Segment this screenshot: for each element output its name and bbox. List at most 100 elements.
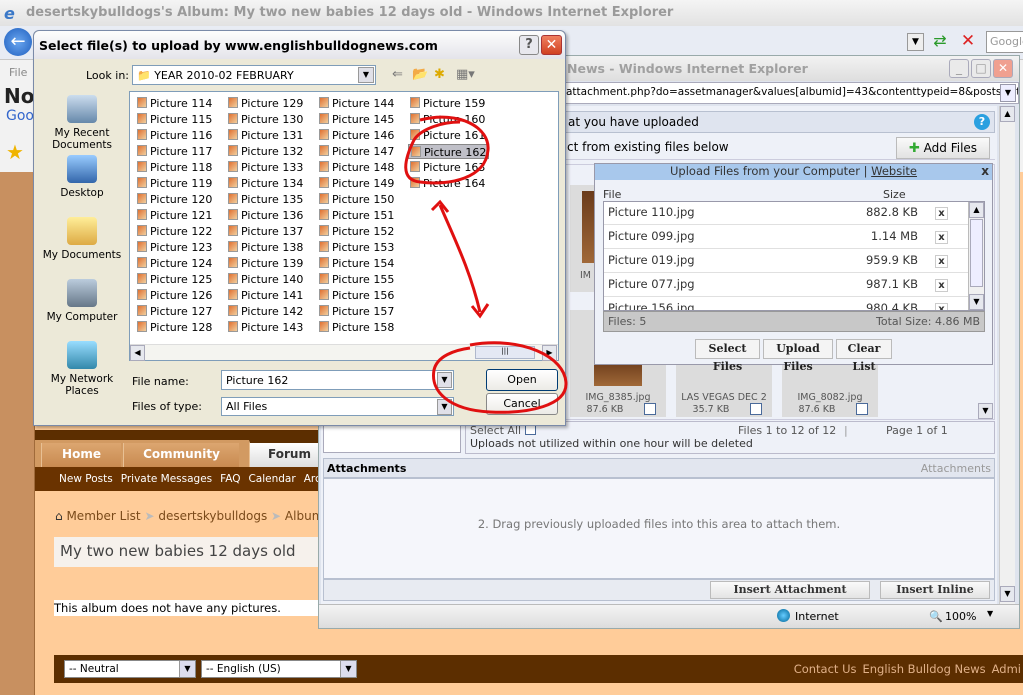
file-item[interactable]: Picture 128 <box>135 320 214 335</box>
tab-community-news[interactable]: Community News <box>123 443 239 484</box>
file-item[interactable]: Picture 154 <box>317 256 396 271</box>
scroll-thumb[interactable]: ||| <box>475 346 535 359</box>
file-list-scrollbar[interactable]: ◀ ||| ▶ <box>130 344 558 361</box>
new-folder-icon[interactable]: ✱ <box>434 67 445 82</box>
file-item[interactable]: Picture 152 <box>317 224 396 239</box>
file-item[interactable]: Picture 116 <box>135 128 214 143</box>
file-item[interactable]: Picture 147 <box>317 144 396 159</box>
scroll-right-button[interactable]: ▶ <box>542 345 557 361</box>
file-item[interactable]: Picture 127 <box>135 304 214 319</box>
minimize-button[interactable]: _ <box>949 59 969 78</box>
file-type-select[interactable]: All Files ▼ <box>221 397 454 416</box>
file-item-selected[interactable]: Picture 162 <box>408 144 490 159</box>
upload-files-button[interactable]: Upload Files <box>763 339 833 373</box>
remove-file-button[interactable]: x <box>935 231 948 244</box>
scroll-down-button[interactable]: ▼ <box>969 294 984 310</box>
file-item[interactable]: Picture 158 <box>317 320 396 335</box>
favorites-star-icon[interactable]: ★ <box>6 140 24 164</box>
file-item[interactable]: Picture 164 <box>408 176 487 191</box>
file-item[interactable]: Picture 163 <box>408 160 487 175</box>
file-item[interactable]: Picture 149 <box>317 176 396 191</box>
file-item[interactable]: Picture 121 <box>135 208 214 223</box>
chevron-down-icon[interactable]: ▼ <box>437 372 452 388</box>
remove-file-button[interactable]: x <box>935 303 948 310</box>
zoom-icon[interactable]: 🔍 <box>929 610 943 623</box>
address-dropdown-button[interactable]: ▼ <box>907 33 924 51</box>
remove-file-button[interactable]: x <box>935 207 948 220</box>
cancel-button[interactable]: Cancel <box>486 393 558 415</box>
nav-new-posts[interactable]: New Posts <box>59 473 113 485</box>
file-item[interactable]: Picture 125 <box>135 272 214 287</box>
place-desktop[interactable]: Desktop <box>39 155 125 199</box>
place-my-documents[interactable]: My Documents <box>39 217 125 261</box>
insert-attachment-button[interactable]: Insert Attachment <box>710 581 870 599</box>
breadcrumb-user[interactable]: desertskybulldogs <box>158 509 267 523</box>
thumbs-scroll-down[interactable]: ▼ <box>978 403 993 419</box>
look-in-select[interactable]: 📁 YEAR 2010-02 FEBRUARY ▼ <box>132 65 376 85</box>
file-item[interactable]: Picture 135 <box>226 192 305 207</box>
file-item[interactable]: Picture 126 <box>135 288 214 303</box>
file-item[interactable]: Picture 114 <box>135 96 214 111</box>
help-icon[interactable]: ? <box>974 114 990 130</box>
thumbnail-checkbox[interactable] <box>644 403 656 415</box>
file-item[interactable]: Picture 156 <box>317 288 396 303</box>
file-item[interactable]: Picture 130 <box>226 112 305 127</box>
attachment-drop-area[interactable]: 2. Drag previously uploaded files into t… <box>323 478 995 579</box>
scroll-up-button[interactable]: ▲ <box>1000 106 1015 122</box>
file-item[interactable]: Picture 134 <box>226 176 305 191</box>
language-select[interactable]: -- English (US) ▼ <box>201 660 357 678</box>
file-item[interactable]: Picture 146 <box>317 128 396 143</box>
contact-us-link[interactable]: Contact Us <box>794 662 857 676</box>
file-item[interactable]: Picture 122 <box>135 224 214 239</box>
remove-file-button[interactable]: x <box>935 279 948 292</box>
place-my-computer[interactable]: My Computer <box>39 279 125 323</box>
scroll-down-button[interactable]: ▼ <box>1000 586 1015 602</box>
file-item[interactable]: Picture 132 <box>226 144 305 159</box>
file-item[interactable]: Picture 157 <box>317 304 396 319</box>
view-menu-icon[interactable]: ▦▾ <box>456 67 475 82</box>
thumbnail-checkbox[interactable] <box>856 403 868 415</box>
file-item[interactable]: Picture 150 <box>317 192 396 207</box>
file-item[interactable]: Picture 143 <box>226 320 305 335</box>
thumbnail-checkbox[interactable] <box>750 403 762 415</box>
file-item[interactable]: Picture 145 <box>317 112 396 127</box>
clear-list-button[interactable]: Clear List <box>836 339 892 373</box>
back-button[interactable]: ← <box>4 28 32 56</box>
maximize-button[interactable]: □ <box>971 59 991 78</box>
open-button[interactable]: Open <box>486 369 558 391</box>
file-item[interactable]: Picture 124 <box>135 256 214 271</box>
file-item[interactable]: Picture 136 <box>226 208 305 223</box>
file-item[interactable]: Picture 131 <box>226 128 305 143</box>
file-item[interactable]: Picture 153 <box>317 240 396 255</box>
file-item[interactable]: Picture 133 <box>226 160 305 175</box>
insert-inline-button[interactable]: Insert Inline <box>880 581 990 599</box>
scroll-thumb[interactable] <box>970 219 983 287</box>
file-item[interactable]: Picture 119 <box>135 176 214 191</box>
file-item[interactable]: Picture 160 <box>408 112 487 127</box>
help-button[interactable]: ? <box>519 35 539 55</box>
style-select[interactable]: -- Neutral ▼ <box>64 660 196 678</box>
file-item[interactable]: Picture 142 <box>226 304 305 319</box>
nav-private-messages[interactable]: Private Messages <box>121 473 212 485</box>
file-item[interactable]: Picture 161 <box>408 128 487 143</box>
tab-forum[interactable]: Forum <box>249 440 329 467</box>
scroll-left-button[interactable]: ◀ <box>130 345 145 361</box>
add-files-button[interactable]: ✚ Add Files <box>896 137 990 159</box>
file-item[interactable]: Picture 148 <box>317 160 396 175</box>
menu-file[interactable]: File <box>9 66 27 79</box>
search-input[interactable]: Google <box>986 31 1023 53</box>
remove-file-button[interactable]: x <box>935 255 948 268</box>
refresh-icon[interactable]: ⇄ <box>929 31 951 53</box>
nav-calendar[interactable]: Calendar <box>248 473 295 485</box>
file-item[interactable]: Picture 137 <box>226 224 305 239</box>
file-name-input[interactable]: Picture 162 ▼ <box>221 370 454 390</box>
zoom-level[interactable]: 100% <box>945 610 976 623</box>
up-folder-icon[interactable]: 📂 <box>412 67 428 82</box>
file-item[interactable]: Picture 139 <box>226 256 305 271</box>
zoom-dropdown-icon[interactable]: ▼ <box>987 609 993 618</box>
select-files-button[interactable]: Select Files <box>695 339 760 373</box>
place-network[interactable]: My Network Places <box>39 341 125 397</box>
file-item[interactable]: Picture 159 <box>408 96 487 111</box>
file-item[interactable]: Picture 120 <box>135 192 214 207</box>
file-item[interactable]: Picture 155 <box>317 272 396 287</box>
